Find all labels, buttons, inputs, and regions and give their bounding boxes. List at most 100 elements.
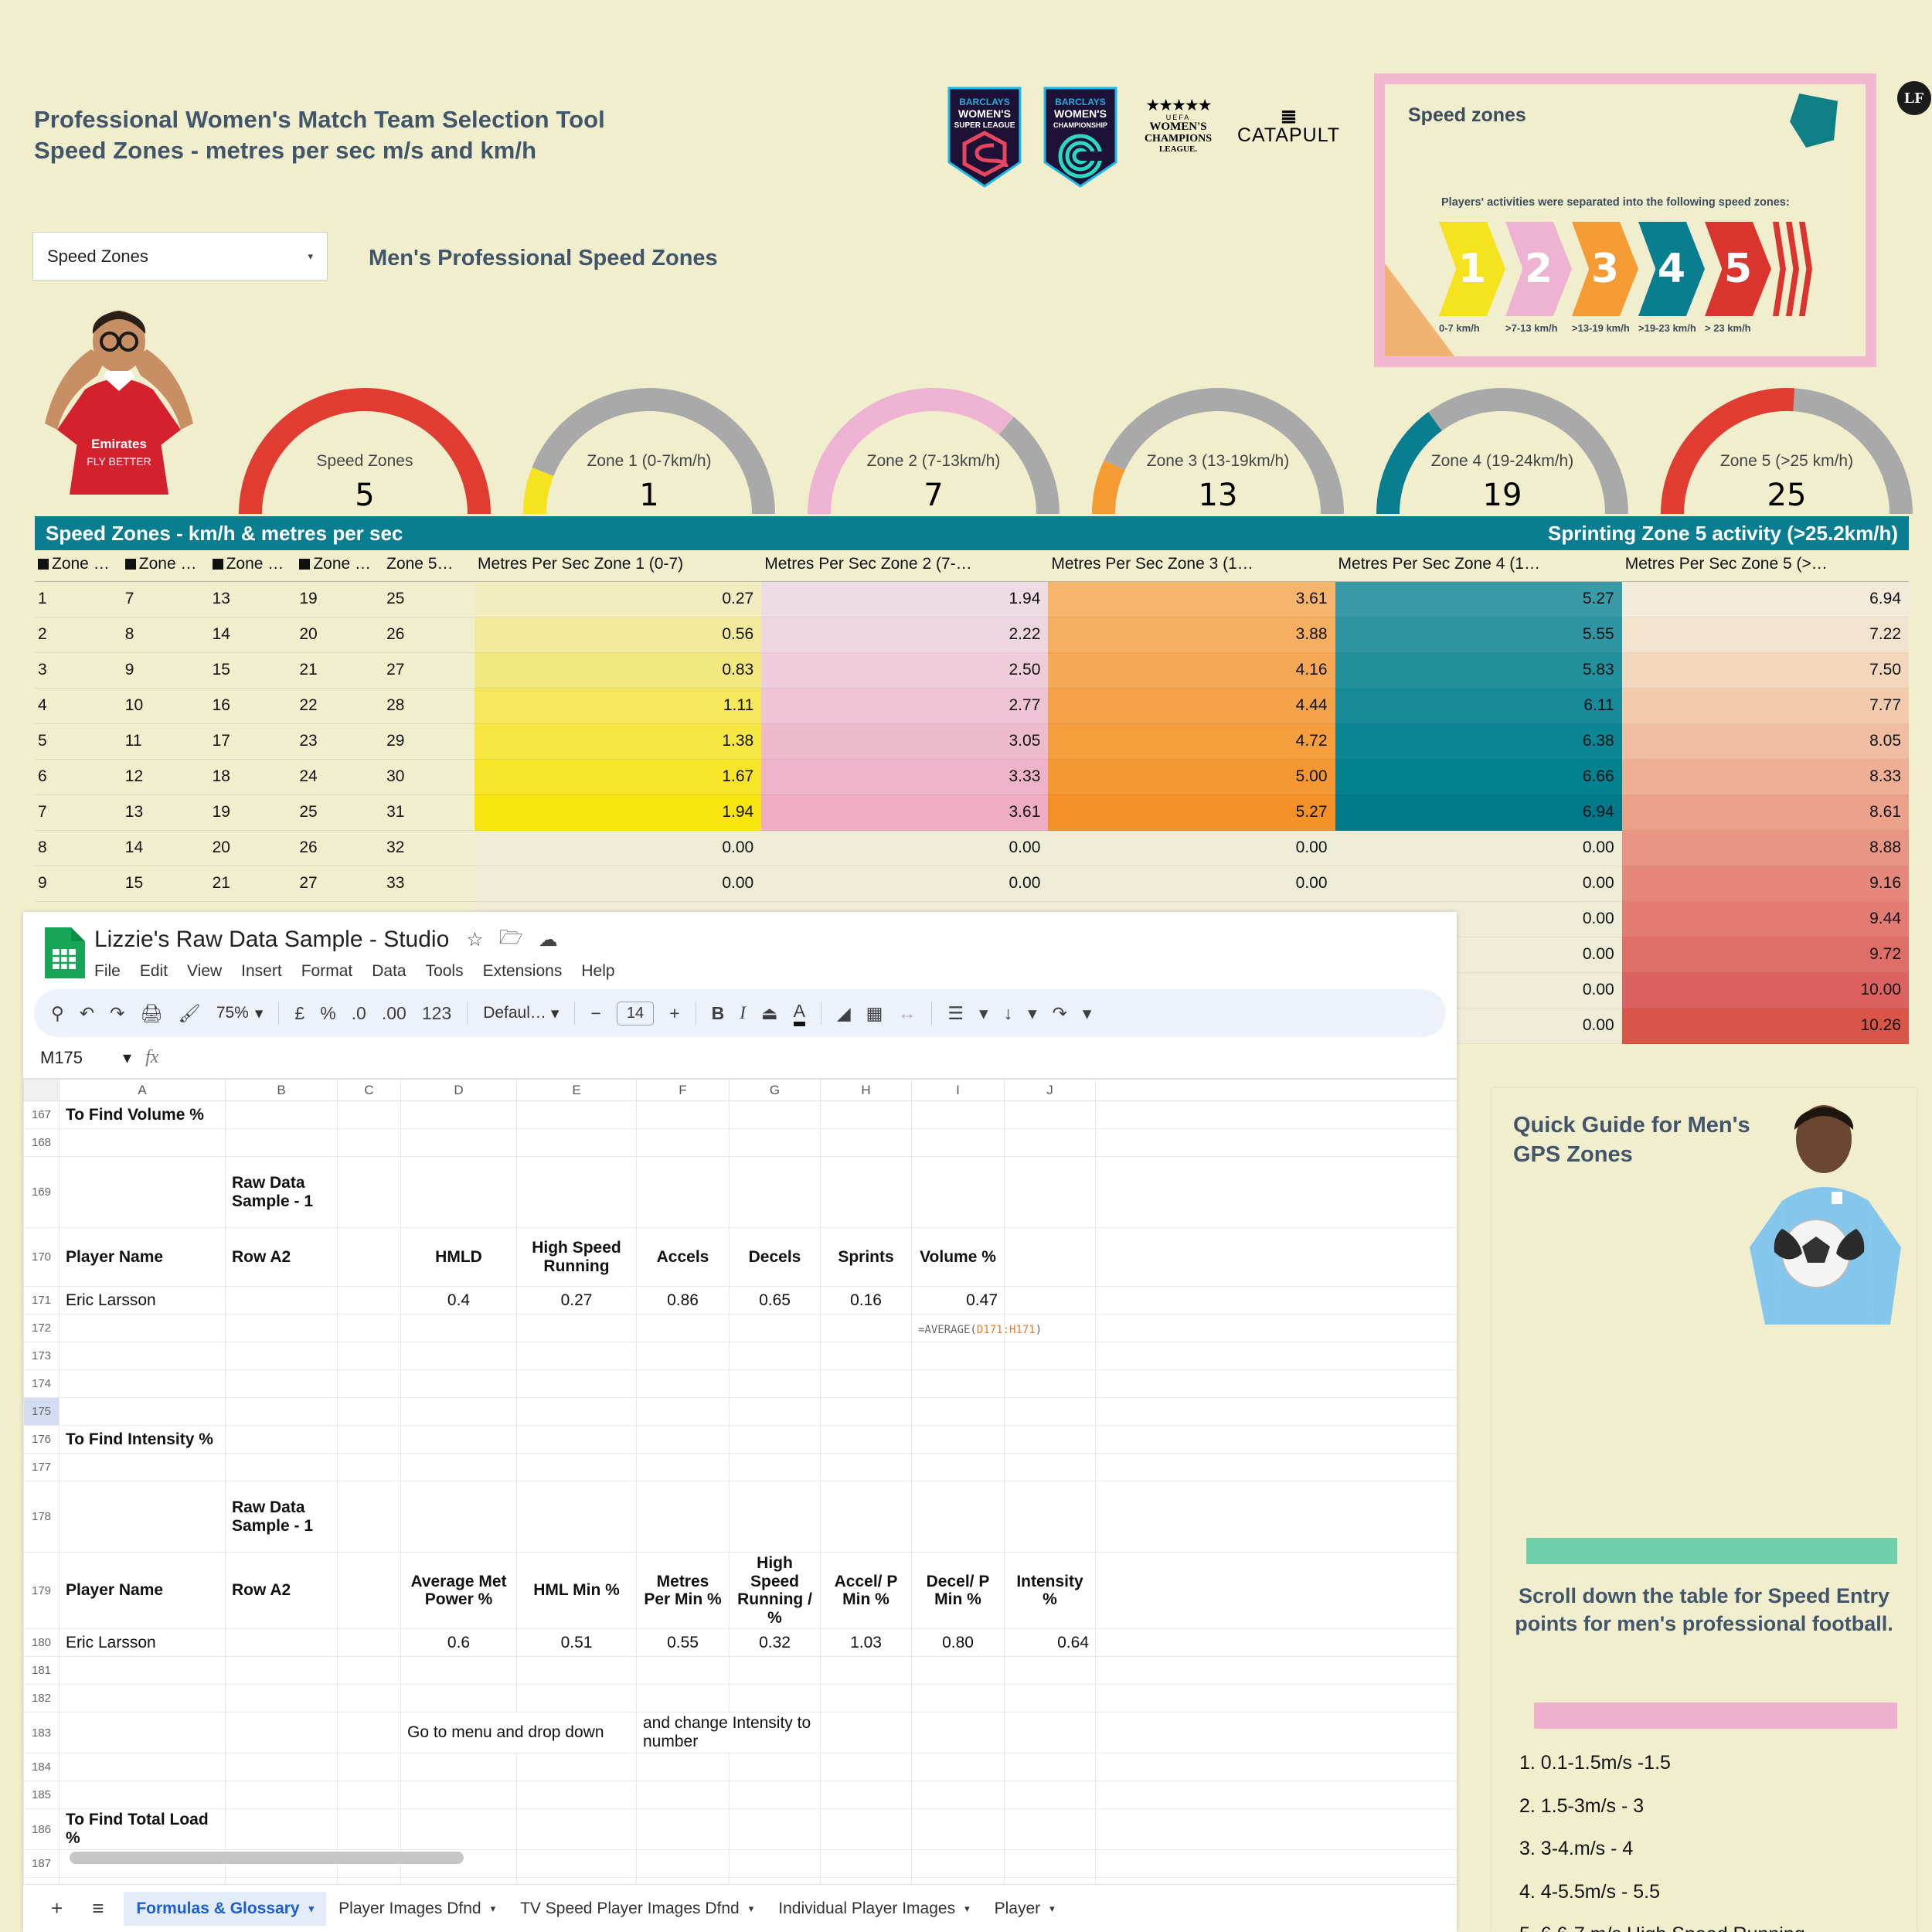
sheet-cell[interactable] xyxy=(1095,1453,1457,1481)
sheet-cell[interactable] xyxy=(636,1453,730,1481)
sheet-cell[interactable] xyxy=(1095,1808,1457,1851)
sheet-cell[interactable]: Decel/ P Min % xyxy=(911,1551,1005,1630)
sheet-cell[interactable] xyxy=(636,1481,730,1553)
sheet-cell[interactable] xyxy=(400,1397,517,1426)
google-sheets-window[interactable]: Lizzie's Raw Data Sample - Studio ☆ 🗁 ☁ … xyxy=(23,912,1457,1932)
spreadsheet-body[interactable]: 167 To Find Volume % 168 169 Raw Data Sample … xyxy=(23,1100,1457,1916)
sheet-cell[interactable] xyxy=(911,1684,1005,1713)
sheet-cell[interactable]: 0.47 xyxy=(911,1286,1005,1315)
sheet-cell[interactable] xyxy=(911,1369,1005,1398)
row-header[interactable]: 167 xyxy=(23,1100,60,1129)
menu-format[interactable]: Format xyxy=(301,962,353,981)
sheet-cell[interactable] xyxy=(516,1100,637,1129)
sheet-cell[interactable] xyxy=(1095,1397,1457,1426)
sheet-cell[interactable]: Volume % xyxy=(911,1227,1005,1287)
menu-help[interactable]: Help xyxy=(581,962,614,981)
sheet-cell[interactable]: Row A2 xyxy=(225,1227,338,1287)
sheet-cell[interactable] xyxy=(820,1342,912,1370)
sheet-cell[interactable] xyxy=(1004,1156,1096,1228)
cloud-saved-icon[interactable]: ☁ xyxy=(539,928,558,951)
sheet-cell[interactable] xyxy=(911,1397,1005,1426)
sheet-cell[interactable] xyxy=(337,1808,401,1851)
column-header[interactable]: Zone 5… xyxy=(383,550,475,582)
sheet-tab-player-images-dfnd[interactable]: Player Images Dfnd ▾ xyxy=(326,1892,508,1926)
chevron-down-icon[interactable]: ▾ xyxy=(123,1048,131,1068)
sheet-cell[interactable] xyxy=(911,1753,1005,1782)
sheet-cell[interactable] xyxy=(1004,1128,1096,1157)
sheet-cell[interactable]: Eric Larsson xyxy=(59,1628,226,1658)
sheet-cell[interactable] xyxy=(225,1684,338,1713)
text-wrapping-icon[interactable]: ↷ xyxy=(1053,1003,1067,1024)
column-header-C[interactable]: C xyxy=(337,1079,401,1101)
sheet-cell[interactable] xyxy=(1095,1369,1457,1398)
column-header[interactable]: Zone … xyxy=(296,550,384,582)
sheet-cell[interactable]: Player Name xyxy=(59,1551,226,1630)
chevron-down-icon[interactable]: ▾ xyxy=(1028,1003,1037,1024)
sheet-cell[interactable] xyxy=(337,1156,401,1228)
sheet-cell[interactable] xyxy=(729,1100,821,1129)
star-icon[interactable]: ☆ xyxy=(466,928,483,951)
chevron-down-icon[interactable]: ▾ xyxy=(1049,1903,1055,1915)
row-header[interactable]: 177 xyxy=(23,1453,60,1481)
sheet-cell[interactable] xyxy=(59,1342,226,1370)
fill-color-icon[interactable]: ◢ xyxy=(837,1003,851,1024)
chevron-down-icon[interactable]: ▾ xyxy=(491,1903,496,1915)
select-all-corner[interactable] xyxy=(23,1079,60,1101)
sheet-cell[interactable] xyxy=(1095,1227,1457,1287)
sheet-cell[interactable] xyxy=(729,1314,821,1342)
menu-extensions[interactable]: Extensions xyxy=(483,962,563,981)
sheet-cell[interactable] xyxy=(400,1808,517,1851)
paint-format-icon[interactable]: 🖌 xyxy=(179,1003,201,1024)
column-header-J[interactable]: J xyxy=(1004,1079,1096,1101)
sheet-cell[interactable] xyxy=(400,1453,517,1481)
sheet-cell[interactable] xyxy=(337,1684,401,1713)
sheet-cell[interactable] xyxy=(636,1128,730,1157)
row-header[interactable]: 174 xyxy=(23,1369,60,1398)
sheet-cell[interactable] xyxy=(516,1397,637,1426)
sheet-cell[interactable] xyxy=(400,1342,517,1370)
sheet-cell[interactable] xyxy=(337,1227,401,1287)
sheet-cell[interactable] xyxy=(729,1684,821,1713)
column-header-row[interactable]: ABCDEFGHIJ xyxy=(23,1079,1457,1101)
sheet-cell[interactable] xyxy=(1004,1753,1096,1782)
sheet-cell[interactable] xyxy=(729,1128,821,1157)
print-icon[interactable]: 🖨 xyxy=(140,1003,162,1024)
sheet-cell[interactable] xyxy=(820,1808,912,1851)
sheet-cell[interactable]: HMLD xyxy=(400,1227,517,1287)
sheet-cell[interactable] xyxy=(516,1684,637,1713)
sheet-cell[interactable] xyxy=(400,1781,517,1810)
sheet-cell[interactable] xyxy=(1095,1628,1457,1658)
sheet-cell[interactable] xyxy=(1004,1425,1096,1454)
sheet-cell[interactable] xyxy=(59,1369,226,1398)
percent-format-button[interactable]: % xyxy=(320,1003,335,1024)
sheet-cell[interactable] xyxy=(729,1808,821,1851)
row-header[interactable]: 183 xyxy=(23,1712,60,1754)
sheet-cell[interactable] xyxy=(516,1453,637,1481)
sheet-cell[interactable] xyxy=(59,1753,226,1782)
all-sheets-button[interactable]: ≡ xyxy=(83,1896,113,1920)
sheet-cell[interactable] xyxy=(911,1712,1005,1754)
sheet-cell[interactable] xyxy=(400,1100,517,1129)
sheet-cell[interactable] xyxy=(820,1369,912,1398)
row-header[interactable]: 182 xyxy=(23,1684,60,1713)
sheet-cell[interactable] xyxy=(1004,1342,1096,1370)
merge-cells-icon[interactable]: ↔ xyxy=(898,1003,916,1024)
sheet-cell[interactable] xyxy=(1095,1753,1457,1782)
sheet-cell[interactable] xyxy=(516,1156,637,1228)
sheet-tab-formulas-glossary[interactable]: Formulas & Glossary ▾ xyxy=(124,1891,327,1926)
sheet-cell[interactable] xyxy=(820,1314,912,1342)
sheet-cell[interactable]: To Find Intensity % xyxy=(59,1425,226,1454)
sheet-cell[interactable] xyxy=(1004,1808,1096,1851)
sheet-cell[interactable] xyxy=(729,1781,821,1810)
sheet-cell[interactable] xyxy=(729,1425,821,1454)
sheet-cell[interactable] xyxy=(636,1808,730,1851)
column-header[interactable]: Metres Per Sec Zone 3 (1… xyxy=(1048,550,1335,582)
sheet-cell[interactable]: 0.6 xyxy=(400,1628,517,1658)
font-family-selector[interactable]: Defaul… ▾ xyxy=(483,1004,559,1023)
sheet-cell[interactable]: 0.51 xyxy=(516,1628,637,1658)
sheet-cell[interactable] xyxy=(636,1369,730,1398)
sheet-tabs-bar[interactable]: + ≡ Formulas & Glossary ▾ Player Images Df… xyxy=(23,1884,1457,1932)
sheet-cell[interactable] xyxy=(59,1481,226,1553)
sheet-cell[interactable] xyxy=(1095,1128,1457,1157)
menu-edit[interactable]: Edit xyxy=(140,962,168,981)
